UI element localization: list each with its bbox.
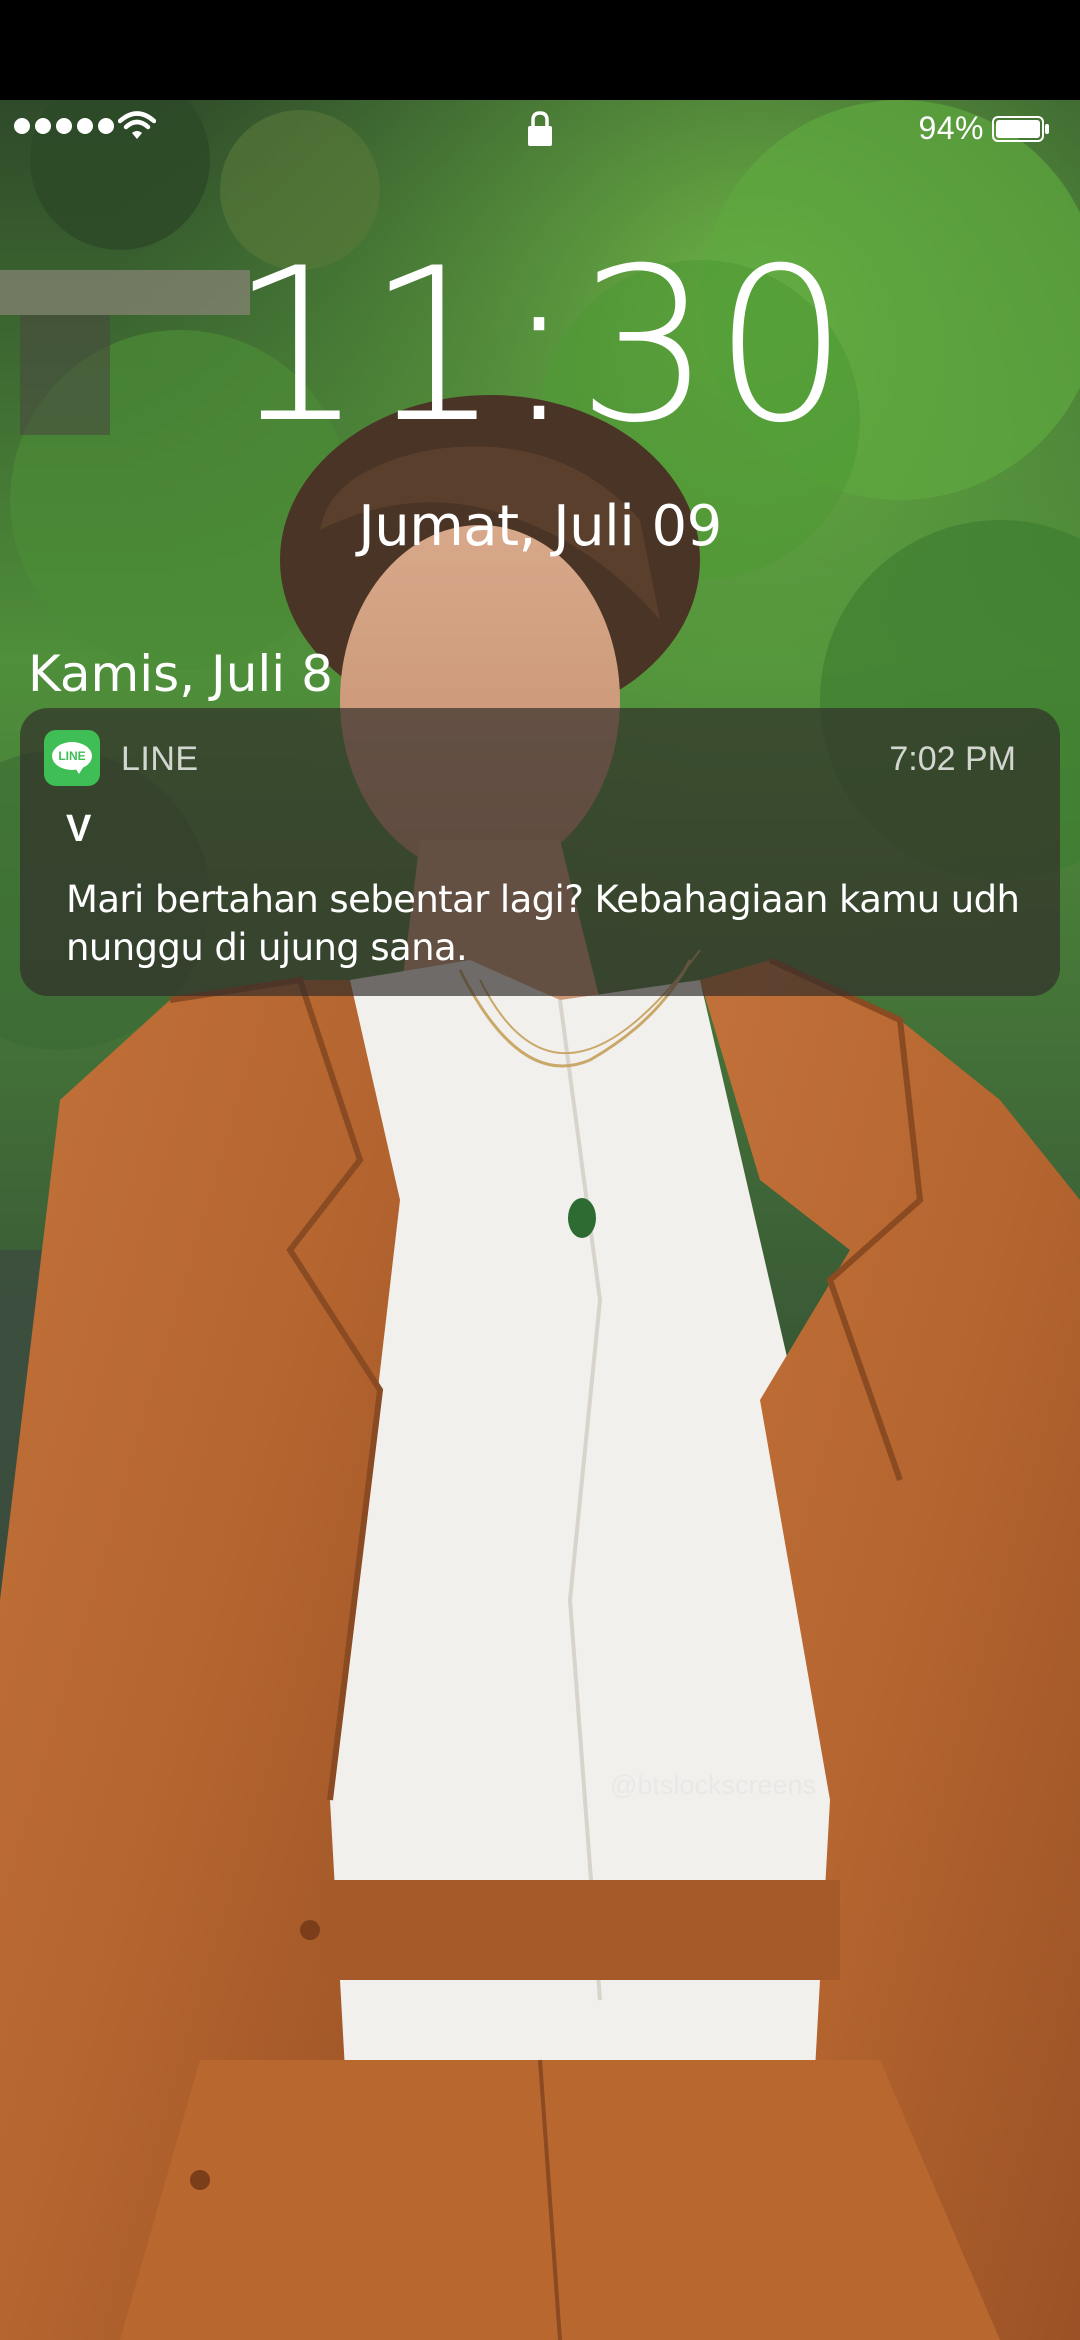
wifi-icon [118,111,156,139]
notification-app-name: LINE [121,740,199,778]
notification-time: 7:02 PM [889,740,1016,778]
lock-icon [528,111,552,146]
lock-screen-clock: 11:30 [229,222,851,469]
wallpaper-watermark: @btslockscreens [610,1770,816,1800]
line-app-icon: LINE [44,730,100,786]
cellular-signal-icon [14,118,114,134]
battery-icon [992,116,1049,142]
notification-body: Mari bertahan sebentar lagi? Kebahagiaan… [66,878,1020,969]
lock-screen: 94% 11:30 Jumat, Juli 09 Kamis, Juli 8 L… [0,0,1080,2340]
lock-screen-date: Jumat, Juli 09 [358,494,722,559]
status-bar: 94% [0,100,1080,162]
notification-title: V [66,808,92,850]
notification-card[interactable]: LINE LINE 7:02 PM V Mari bertahan sebent… [20,708,1060,996]
battery-percent: 94% [918,110,984,146]
notification-section-header: Kamis, Juli 8 [28,645,333,703]
top-bezel [0,0,1080,100]
